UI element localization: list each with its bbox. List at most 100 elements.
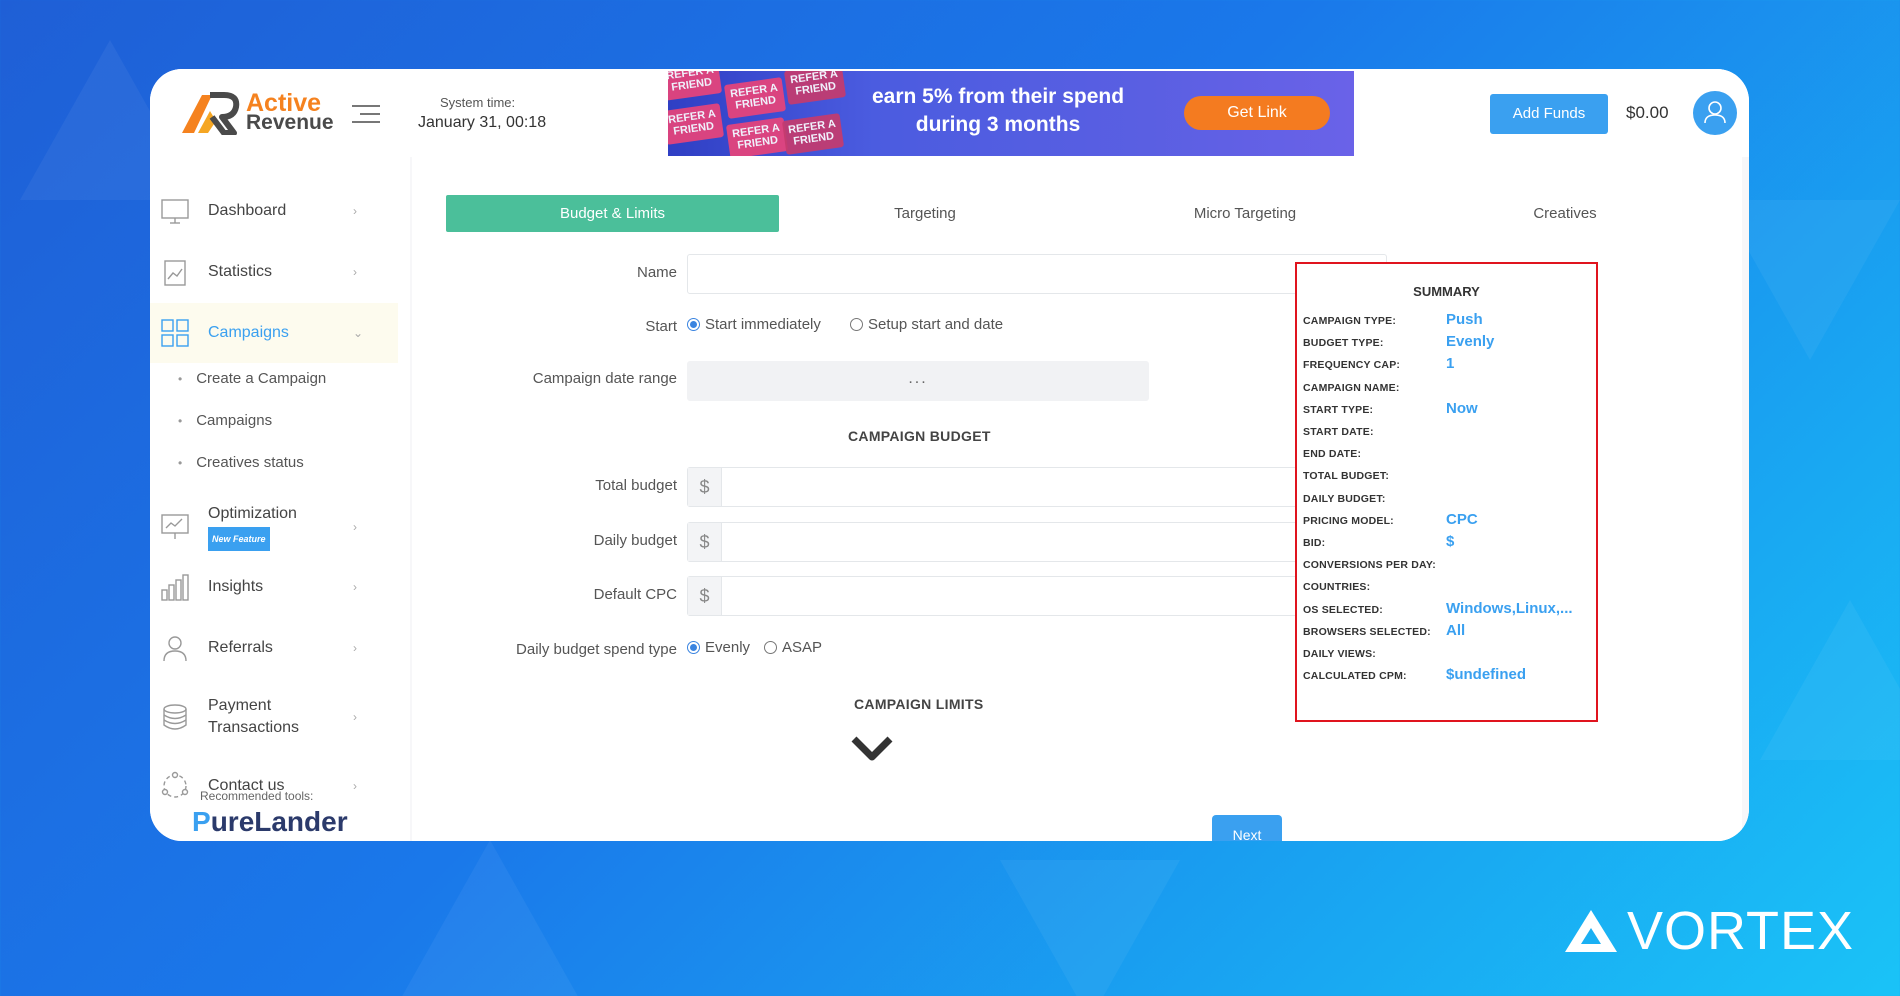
bg-triangle xyxy=(400,840,580,996)
system-time-label: System time: xyxy=(440,95,516,110)
ticket: REFER A FRIEND xyxy=(668,103,725,145)
summary-row-value: All xyxy=(1446,621,1466,639)
daily-budget-input[interactable]: $ xyxy=(687,522,1387,562)
add-funds-button[interactable]: Add Funds xyxy=(1490,94,1608,134)
tab-targeting[interactable]: Targeting xyxy=(810,195,1040,232)
system-time-value: January 31, 00:18 xyxy=(418,114,547,131)
summary-row: BROWSERS SELECTED: All xyxy=(1303,622,1593,644)
ticket: REFER A FRIEND xyxy=(723,77,787,119)
summary-row: START DATE: xyxy=(1303,422,1593,444)
date-range-placeholder: ... xyxy=(908,370,928,387)
date-range-picker[interactable]: ... xyxy=(687,361,1149,401)
summary-row-value: Now xyxy=(1446,399,1478,417)
sidebar-subitem-campaigns[interactable]: Campaigns xyxy=(178,412,272,429)
summary-row-key: BID: xyxy=(1303,537,1326,549)
summary-row: END DATE: xyxy=(1303,444,1593,466)
sidebar-item-label: Statistics xyxy=(208,263,273,280)
banner-text: earn 5% from their spend during 3 months xyxy=(868,83,1128,139)
summary-row: CONVERSIONS PER DAY: xyxy=(1303,555,1593,577)
total-budget-input[interactable]: $ xyxy=(687,467,1387,507)
summary-row-key: CAMPAIGN NAME: xyxy=(1303,381,1400,394)
summary-row-key: END DATE: xyxy=(1303,448,1362,461)
summary-row: BID: $ xyxy=(1303,533,1593,555)
summary-row-key: PRICING MODEL: xyxy=(1303,514,1394,527)
active-revenue-logo[interactable]: Active Revenue xyxy=(180,91,334,135)
sidebar-item-dashboard[interactable]: Dashboard › xyxy=(150,181,398,241)
vortex-wordmark: VORTEX xyxy=(1627,901,1855,961)
summary-row: COUNTRIES: xyxy=(1303,577,1593,599)
tab-budget-limits[interactable]: Budget & Limits xyxy=(446,195,779,232)
setup-start-date-radio[interactable]: Setup start and date xyxy=(850,316,1003,333)
sidebar-item-label: Campaigns xyxy=(208,324,289,341)
summary-row: DAILY BUDGET: xyxy=(1303,489,1593,511)
summary-row-value: $undefined xyxy=(1446,666,1527,684)
summary-panel: SUMMARY CAMPAIGN TYPE: Push BUDGET TYPE: Ev… xyxy=(1295,262,1598,722)
get-link-button[interactable]: Get Link xyxy=(1184,96,1330,130)
summary-row-key: DAILY BUDGET: xyxy=(1303,492,1386,505)
spend-asap-radio[interactable]: ASAP xyxy=(764,639,822,656)
summary-row: OS SELECTED: Windows,Linux,... xyxy=(1303,600,1593,622)
summary-title: SUMMARY xyxy=(1413,284,1480,299)
ticket: REFER A FRIEND xyxy=(725,117,789,156)
tab-creatives[interactable]: Creatives xyxy=(1450,195,1680,232)
sidebar-item-statistics[interactable]: Statistics › xyxy=(150,242,398,302)
hamburger-menu-icon[interactable] xyxy=(352,105,380,129)
summary-row: TOTAL BUDGET: xyxy=(1303,466,1593,488)
start-immediately-radio[interactable]: Start immediately xyxy=(687,316,821,333)
account-balance: $0.00 xyxy=(1626,103,1669,122)
summary-row: BUDGET TYPE: Evenly xyxy=(1303,333,1593,355)
vortex-triangle-icon xyxy=(1565,910,1617,952)
summary-row-value: 1 xyxy=(1446,355,1455,373)
summary-row: START TYPE: Now xyxy=(1303,400,1593,422)
purelander-logo[interactable]: PureLander xyxy=(192,806,348,838)
sidebar-item-label: Payment Transactions xyxy=(208,697,299,736)
sidebar-subitem-create-campaign[interactable]: Create a Campaign xyxy=(178,370,326,387)
summary-row-key: FREQUENCY CAP: xyxy=(1303,359,1401,372)
summary-row-key: START TYPE: xyxy=(1303,403,1374,416)
chevron-right-icon: › xyxy=(353,779,357,793)
logo-text-active: Active xyxy=(246,89,322,117)
summary-row-value: Evenly xyxy=(1446,333,1495,351)
system-time: System time: January 31, 00:18 xyxy=(418,95,546,132)
chevron-right-icon: › xyxy=(353,580,357,594)
summary-row-key: OS SELECTED: xyxy=(1303,603,1383,616)
sidebar-item-insights[interactable]: Insights › xyxy=(150,557,398,617)
sidebar-item-optimization[interactable]: Optimization New Feature › xyxy=(150,497,398,557)
chevron-down-icon: ⌄ xyxy=(353,326,364,340)
start-immediately-label: Start immediately xyxy=(705,316,821,333)
tab-micro-targeting[interactable]: Micro Targeting xyxy=(1110,195,1380,232)
summary-row-value: CPC xyxy=(1446,510,1478,528)
spend-type-label: Daily budget spend type xyxy=(516,641,677,658)
summary-row-key: COUNTRIES: xyxy=(1303,581,1371,594)
ticket: REFER A FRIEND xyxy=(668,71,723,101)
user-avatar-button[interactable] xyxy=(1693,91,1737,135)
dollar-icon: $ xyxy=(688,468,722,506)
sidebar-item-label: Referrals xyxy=(208,639,273,656)
users-icon xyxy=(163,636,187,662)
referral-banner[interactable]: REFER A FRIEND REFER A FRIEND REFER A FR… xyxy=(668,71,1354,156)
app-window: Active Revenue System time: January 31, … xyxy=(150,69,1749,841)
expand-chevron-down-icon[interactable] xyxy=(850,733,894,763)
default-cpc-input[interactable]: $ xyxy=(687,576,1387,616)
summary-row-value: Push xyxy=(1446,311,1483,328)
summary-row-key: TOTAL BUDGET: xyxy=(1303,470,1390,483)
sidebar-item-campaigns[interactable]: Campaigns ⌄ xyxy=(150,303,398,363)
sidebar-subitem-creatives-status[interactable]: Creatives status xyxy=(178,454,304,471)
spend-evenly-radio[interactable]: Evenly xyxy=(687,639,750,656)
summary-row: DAILY VIEWS: xyxy=(1303,644,1593,666)
radio-unselected xyxy=(764,641,777,654)
date-range-label: Campaign date range xyxy=(532,370,677,387)
sidebar-item-payment-transactions[interactable]: Payment Transactions › xyxy=(150,687,398,747)
bar-chart-icon xyxy=(161,574,189,601)
summary-row-key: BUDGET TYPE: xyxy=(1303,337,1384,350)
ticket: REFER A FRIEND xyxy=(781,113,845,155)
sidebar-item-label: Optimization xyxy=(208,505,297,522)
total-budget-label: Total budget xyxy=(595,477,677,494)
banner-line-2: during 3 months xyxy=(915,113,1081,136)
user-icon xyxy=(1704,101,1726,124)
name-input[interactable] xyxy=(687,254,1387,294)
sidebar-item-referrals[interactable]: Referrals › xyxy=(150,618,398,678)
start-label: Start xyxy=(645,318,677,335)
next-button[interactable]: Next xyxy=(1212,815,1282,841)
summary-row-key: DAILY VIEWS: xyxy=(1303,648,1376,660)
